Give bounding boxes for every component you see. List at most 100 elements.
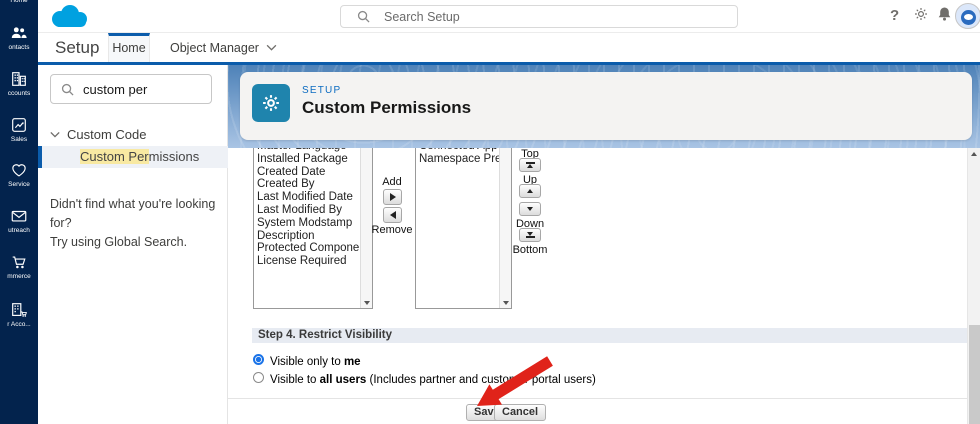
nav-help-line1: Didn't find what you're looking for? [50, 197, 216, 230]
gear-icon [263, 95, 279, 111]
radio-visible-all-users[interactable] [253, 372, 264, 383]
global-search-placeholder: Search Setup [384, 9, 460, 24]
search-icon [357, 10, 370, 23]
accounts-icon [12, 72, 26, 86]
rail-item-accounts[interactable]: ccounts [0, 70, 38, 97]
list-item[interactable]: Installed Package [257, 153, 372, 166]
list-item[interactable]: Protected Component [257, 242, 372, 255]
notifications-button[interactable] [937, 6, 952, 27]
tabbar-underline [38, 62, 980, 65]
list-item[interactable]: Namespace Prefix [419, 153, 511, 166]
app-rail: Home ontacts ccounts Sales Service utrea… [0, 0, 38, 424]
chevron-down-icon [266, 44, 277, 51]
arrow-right-icon [389, 193, 396, 201]
nav-section-label: Custom Code [67, 127, 147, 142]
page-eyebrow: SETUP [302, 85, 342, 96]
arrow-down-icon [527, 231, 533, 236]
selected-indicator [38, 146, 42, 168]
nav-section-custom-code[interactable]: Custom Code [50, 127, 146, 142]
rail-item-my-accounts[interactable]: r Acco... [0, 301, 38, 328]
help-button[interactable]: ? [890, 7, 899, 24]
gear-icon [915, 8, 927, 20]
tab-object-manager-label: Object Manager [170, 40, 259, 55]
selected-fields-listbox[interactable]: Connected App Namespace Prefix [415, 148, 512, 309]
scroll-up-icon [971, 152, 977, 156]
remove-button[interactable] [383, 207, 402, 223]
rail-item-label: ontacts [8, 44, 30, 51]
setup-left-nav: custom per Custom Code Custom Permission… [38, 65, 228, 424]
list-item[interactable]: License Required [257, 255, 372, 268]
available-fields-options: Master Language Installed Package Create… [254, 148, 372, 268]
content-scrollbar[interactable] [967, 148, 980, 424]
move-up-button[interactable] [519, 184, 541, 198]
available-fields-listbox[interactable]: Master Language Installed Package Create… [253, 148, 373, 309]
search-icon [61, 83, 74, 96]
nav-help-text: Didn't find what you're looking for? Try… [50, 195, 222, 252]
add-label: Add [382, 176, 402, 188]
arrow-up-icon [527, 189, 533, 193]
move-bottom-button[interactable] [519, 228, 541, 242]
bell-icon [938, 7, 951, 21]
rail-item-label: r Acco... [7, 321, 31, 328]
list-item[interactable]: Created Date [257, 166, 372, 179]
setup-app-label: Setup [55, 38, 100, 57]
contacts-icon [11, 27, 27, 38]
cancel-button[interactable]: Cancel [494, 404, 547, 421]
rail-item-label: Service [8, 181, 30, 188]
user-avatar[interactable] [955, 3, 980, 29]
selected-fields-options: Connected App Namespace Prefix [416, 148, 511, 166]
scroll-down-icon [363, 301, 370, 305]
salesforce-logo [52, 5, 87, 27]
avatar-visor [964, 14, 973, 20]
bottom-label: Bottom [512, 244, 548, 256]
rail-item-commerce[interactable]: mmerce [0, 253, 38, 280]
tab-home[interactable]: Home [108, 33, 150, 62]
move-top-button[interactable] [519, 158, 541, 172]
global-header: Search Setup ? [38, 0, 980, 33]
chevron-down-icon [50, 131, 60, 138]
list-item[interactable]: Created By [257, 178, 372, 191]
radio-visible-all-users-label[interactable]: Visible to all users (Includes partner a… [270, 374, 596, 387]
button-row-divider [228, 398, 980, 399]
rail-item-outreach[interactable]: utreach [0, 207, 38, 234]
my-accounts-icon [12, 303, 28, 317]
setup-tabbar: Setup Home Object Manager [38, 33, 980, 62]
scrollbar-thumb[interactable] [969, 325, 980, 424]
outreach-icon [11, 210, 27, 222]
add-button[interactable] [383, 189, 402, 205]
quick-find-input[interactable]: custom per [50, 74, 212, 104]
rail-item-sales[interactable]: Sales [0, 116, 38, 143]
arrow-down-icon [527, 207, 533, 211]
sales-icon [12, 118, 26, 132]
rail-item-service[interactable]: Service [0, 161, 38, 188]
list-item[interactable]: Description [257, 230, 372, 243]
list-item[interactable]: Last Modified Date [257, 191, 372, 204]
arrow-left-icon [389, 211, 396, 219]
setup-gear-button[interactable] [913, 6, 929, 27]
remove-label: Remove [371, 224, 413, 236]
nav-help-line2[interactable]: Try using Global Search. [50, 233, 222, 252]
rail-item-label: Home [10, 0, 28, 4]
nav-item-custom-permissions[interactable]: Custom Permissions [38, 146, 228, 168]
search-match-highlight: Custom Per [80, 149, 149, 164]
bar-icon [525, 236, 535, 239]
tab-object-manager[interactable]: Object Manager [162, 33, 285, 62]
list-item[interactable]: System Modstamp [257, 217, 372, 230]
nav-item-label: Custom Permissions [80, 149, 200, 164]
step4-section-header: Step 4. Restrict Visibility [252, 328, 968, 343]
rail-item-contacts[interactable]: ontacts [0, 24, 38, 51]
move-down-button[interactable] [519, 202, 541, 216]
radio-visible-only-me-label[interactable]: Visible only to me [270, 356, 361, 369]
rail-item-home[interactable]: Home [0, 0, 38, 4]
scroll-down-icon [502, 301, 509, 305]
page-title: Custom Permissions [302, 98, 472, 117]
global-search-input[interactable]: Search Setup [340, 5, 738, 28]
commerce-icon [12, 256, 26, 269]
setup-icon-tile [252, 84, 290, 122]
classic-content-frame: Master Language Installed Package Create… [228, 148, 980, 424]
arrow-up-icon [527, 164, 533, 169]
radio-visible-only-me[interactable] [253, 354, 264, 365]
page-header-card: SETUP Custom Permissions [240, 72, 972, 140]
rail-item-label: mmerce [7, 273, 31, 280]
list-item[interactable]: Last Modified By [257, 204, 372, 217]
